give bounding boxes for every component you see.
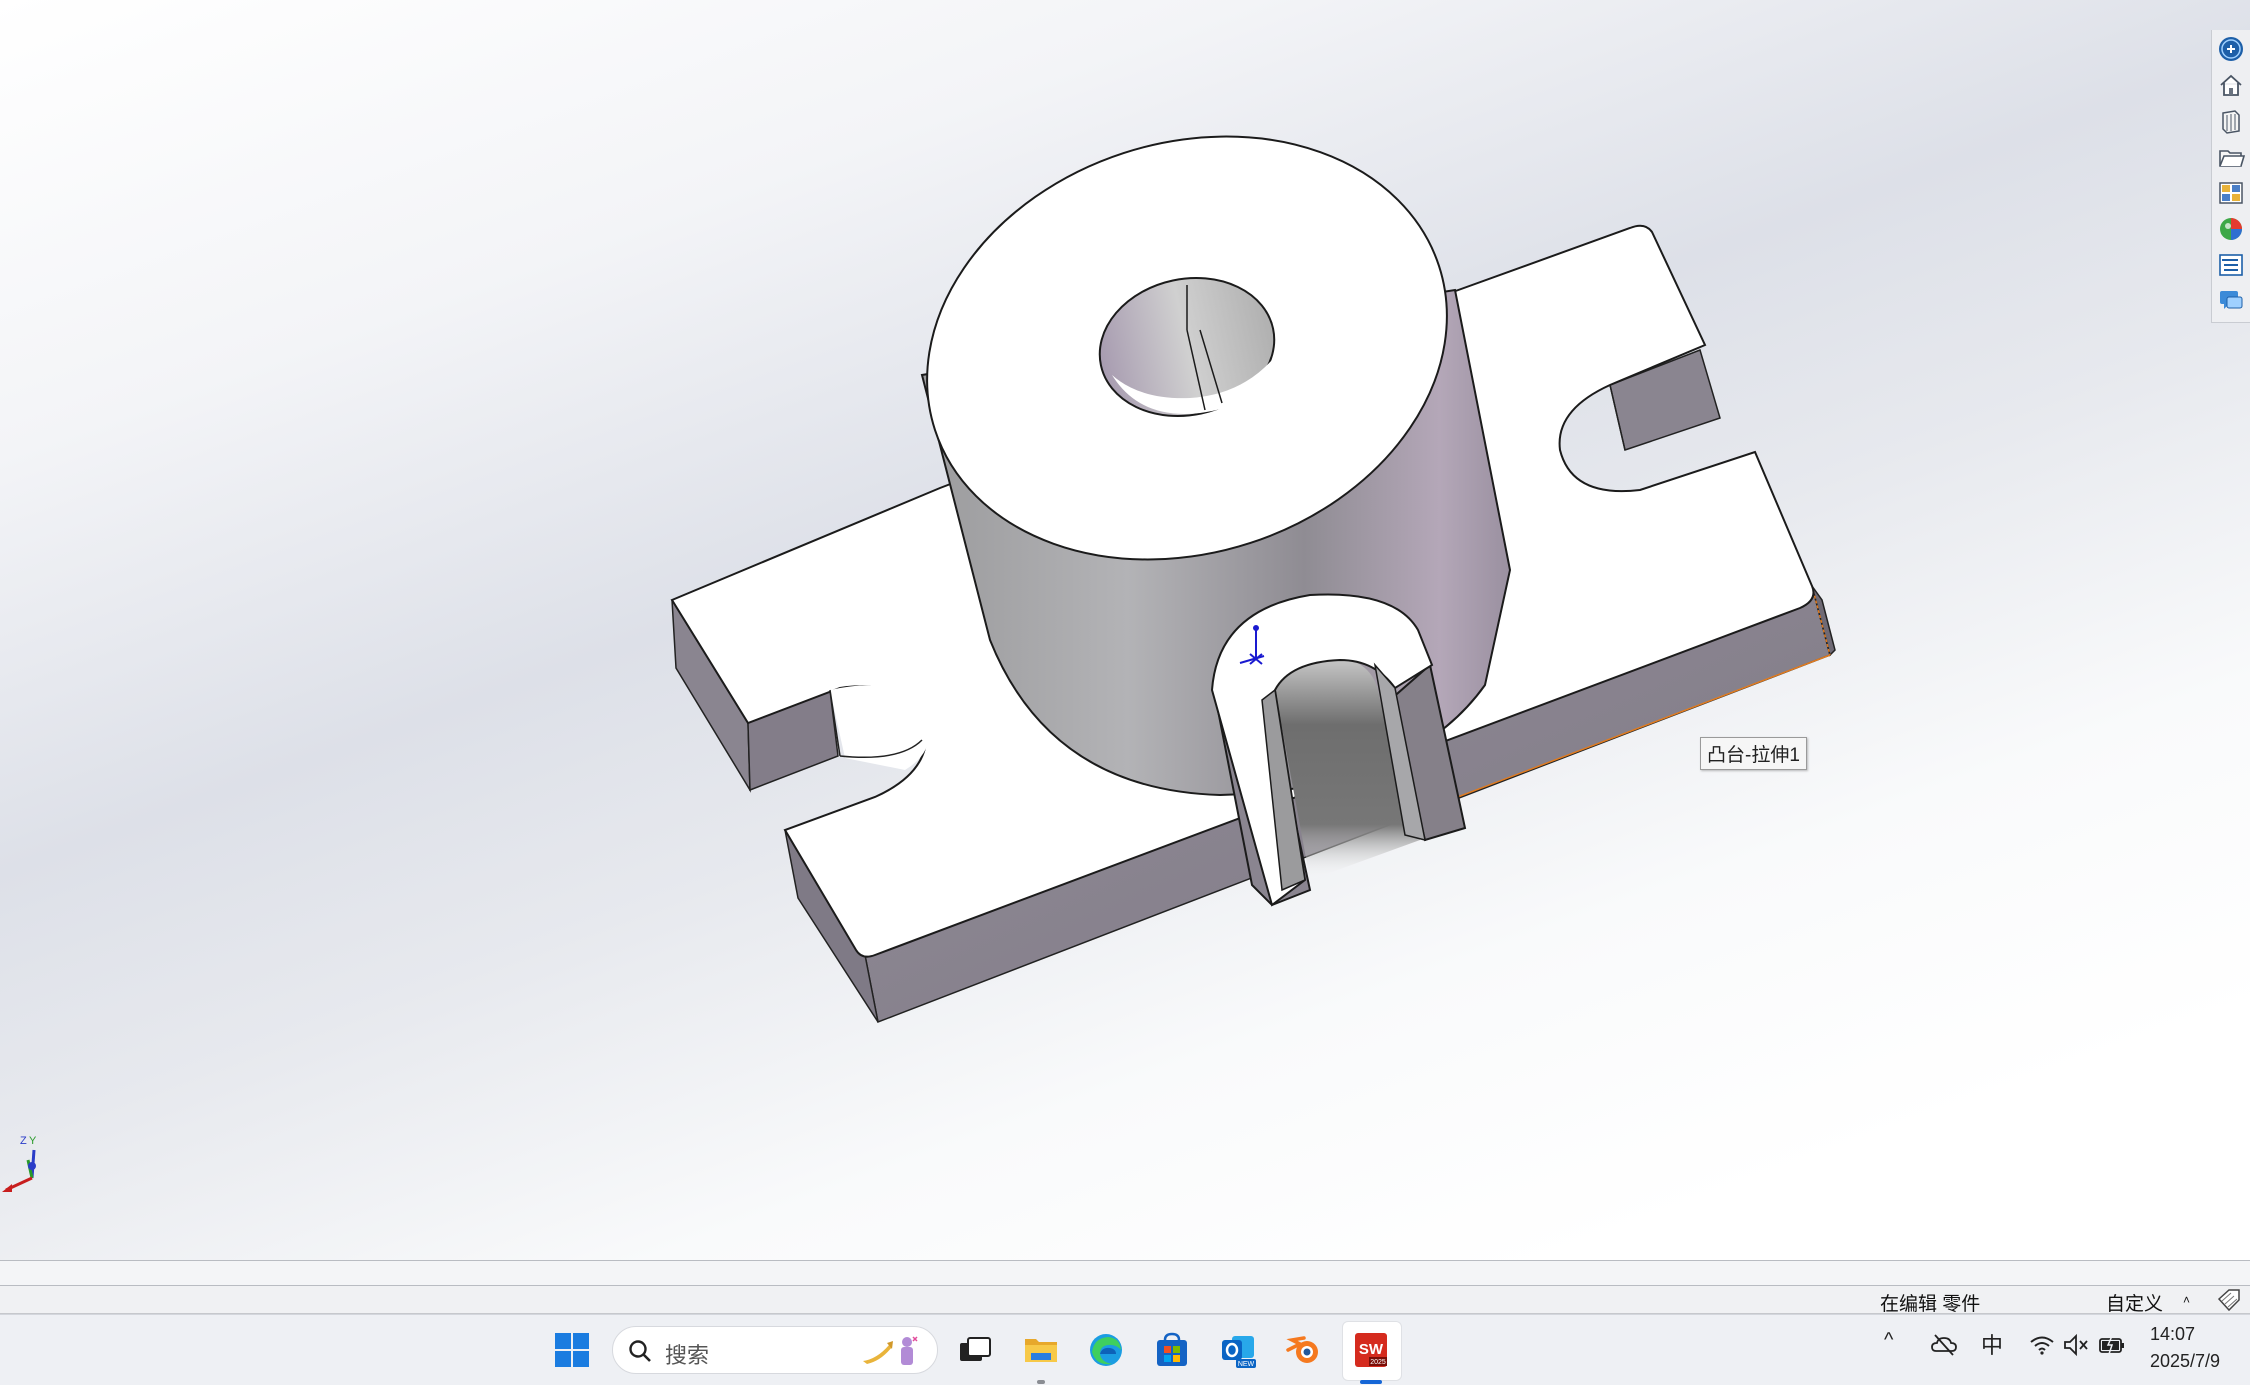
running-indicator — [1037, 1380, 1045, 1384]
clock-date[interactable]: 2025/7/9 — [2150, 1351, 2220, 1372]
windows-taskbar: 搜索 NEW SW 2025 ^ 中 14:07 2025/7/9 — [0, 1314, 2250, 1385]
onedrive-offline-icon[interactable] — [1930, 1331, 1958, 1365]
windows-start-icon[interactable] — [550, 1328, 594, 1372]
taskbar-search-box[interactable]: 搜索 — [612, 1326, 938, 1374]
custom-properties-icon[interactable] — [2216, 250, 2246, 280]
status-bar: 在编辑 零件 自定义 ˄ — [0, 1286, 2250, 1316]
task-pane-tabs — [2211, 30, 2250, 323]
svg-text:Z: Z — [20, 1135, 27, 1147]
task-view-icon[interactable] — [952, 1328, 996, 1372]
svg-text:NEW: NEW — [1238, 1361, 1255, 1368]
view-triad: Z Y — [2, 1135, 37, 1192]
active-indicator — [1360, 1380, 1382, 1384]
wifi-icon[interactable] — [2028, 1331, 2056, 1365]
battery-charging-icon[interactable] — [2098, 1331, 2126, 1365]
file-explorer-folder-icon[interactable] — [2216, 142, 2246, 172]
store-icon[interactable] — [1150, 1328, 1194, 1372]
edge-icon[interactable] — [1084, 1328, 1128, 1372]
search-placeholder: 搜索 — [665, 1343, 710, 1368]
solidworks-resources-icon[interactable] — [2216, 34, 2246, 64]
blender-icon[interactable] — [1282, 1328, 1326, 1372]
feature-tooltip: 凸台-拉伸1 — [1700, 737, 1807, 770]
search-highlight-icon — [863, 1336, 918, 1365]
outlook-icon[interactable]: NEW — [1216, 1328, 1260, 1372]
folder-icon[interactable] — [1019, 1328, 1063, 1384]
input-method-indicator[interactable]: 中 — [1981, 1328, 2003, 1360]
tag-icon[interactable] — [2216, 1287, 2242, 1313]
home-icon[interactable] — [2216, 70, 2246, 100]
design-library-icon[interactable] — [2216, 106, 2246, 136]
unit-system-button[interactable]: 自定义 — [2106, 1289, 2163, 1316]
volume-muted-icon[interactable] — [2062, 1331, 2090, 1365]
svg-text:Y: Y — [29, 1135, 37, 1147]
clock-time[interactable]: 14:07 — [2150, 1324, 2195, 1345]
forum-chat-icon[interactable] — [2216, 286, 2246, 316]
search-icon — [629, 1340, 651, 1362]
3d-model-view[interactable] — [0, 0, 2250, 1260]
unit-system-chevron-icon[interactable]: ˄ — [2183, 1293, 2190, 1307]
view-palette-icon[interactable] — [2216, 178, 2246, 208]
appearances-scenes-icon[interactable] — [2216, 214, 2246, 244]
svg-text:2025: 2025 — [1370, 1359, 1386, 1366]
solidworks-icon[interactable]: SW 2025 — [1349, 1328, 1393, 1384]
graphics-area[interactable]: 凸台-拉伸1 Z Y — [0, 0, 2250, 1260]
svg-text:SW: SW — [1359, 1341, 1384, 1358]
status-edit-mode: 在编辑 零件 — [1880, 1294, 1981, 1315]
graphics-bottom-bar — [0, 1260, 2250, 1286]
show-hidden-icons-chevron[interactable]: ^ — [1884, 1329, 1893, 1352]
